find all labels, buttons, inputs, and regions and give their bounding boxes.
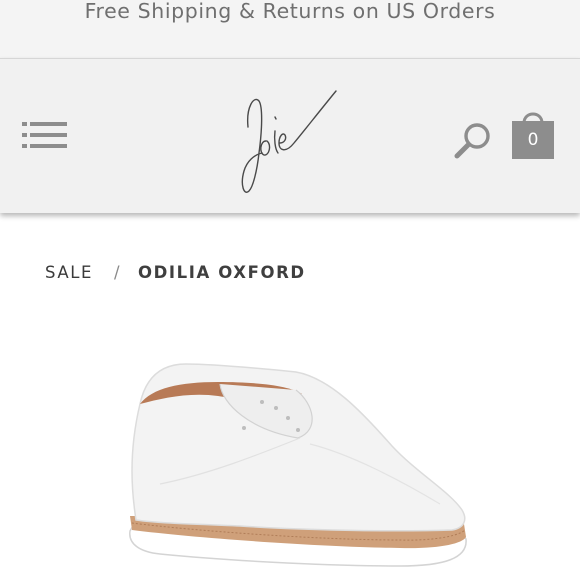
breadcrumb: SALE / ODILIA OXFORD bbox=[45, 263, 306, 287]
product-page: Free Shipping & Returns on US Orders 0 S… bbox=[0, 0, 580, 580]
hamburger-menu-icon bbox=[22, 122, 67, 148]
search-button[interactable] bbox=[452, 121, 496, 161]
site-header: 0 bbox=[0, 58, 580, 213]
joie-logo[interactable] bbox=[232, 79, 344, 197]
logo-signature bbox=[241, 90, 337, 193]
menu-button[interactable] bbox=[22, 121, 68, 149]
cart-button[interactable]: 0 bbox=[509, 109, 557, 161]
breadcrumb-separator: / bbox=[113, 263, 122, 282]
breadcrumb-sale-link[interactable]: SALE bbox=[45, 263, 93, 282]
search-icon bbox=[454, 123, 490, 159]
promo-text: Free Shipping & Returns on US Orders bbox=[84, 0, 496, 23]
cart-count: 0 bbox=[527, 130, 539, 150]
promo-banner[interactable]: Free Shipping & Returns on US Orders bbox=[0, 0, 580, 58]
main-content: SALE / ODILIA OXFORD bbox=[0, 214, 580, 580]
oxford-shoe-image bbox=[129, 363, 467, 567]
breadcrumb-current: ODILIA OXFORD bbox=[137, 263, 306, 282]
product-image[interactable] bbox=[100, 334, 480, 580]
